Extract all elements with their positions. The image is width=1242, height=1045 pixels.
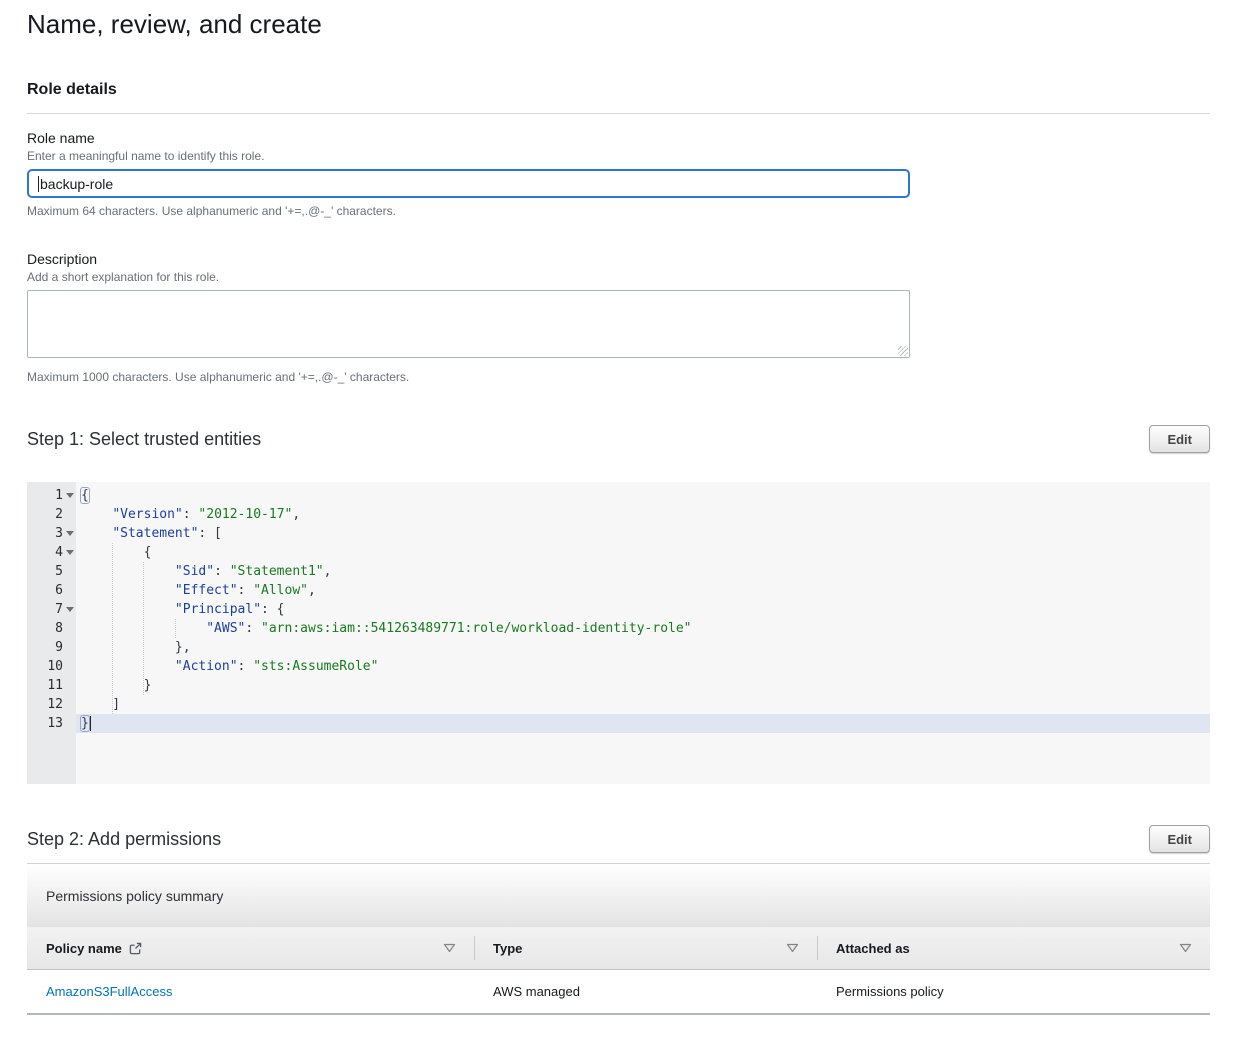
code-text: "Action": "sts:AssumeRole" [76,657,1210,676]
column-header-attached-as[interactable]: Attached as [817,927,1210,969]
resize-handle-icon[interactable] [898,346,908,356]
editor-line-2[interactable]: 2 "Version": "2012-10-17", [27,505,1210,524]
permissions-table-header: Policy name Type Attached as [27,927,1210,970]
line-number: 9 [27,638,76,657]
step2-edit-button[interactable]: Edit [1149,825,1210,853]
external-link-icon [129,942,142,955]
role-name-input[interactable]: backup-role [27,169,910,198]
column-filter-icon [443,943,456,953]
code-text: "Sid": "Statement1", [76,562,1210,581]
step1-header: Step 1: Select trusted entities Edit [27,425,1210,453]
fold-arrow-icon[interactable] [66,531,74,536]
code-text: }, [76,638,1210,657]
role-name-constraint: Maximum 64 characters. Use alphanumeric … [27,204,1210,219]
code-text: } [76,714,1210,733]
section-divider [27,113,1210,114]
cell-type: AWS managed [474,970,817,1013]
line-number: 6 [27,581,76,600]
permissions-panel: Permissions policy summary Policy name Ty… [27,863,1210,1015]
code-text: "Principal": { [76,600,1210,619]
code-text: "Effect": "Allow", [76,581,1210,600]
fold-arrow-icon[interactable] [66,550,74,555]
permissions-table-body: AmazonS3FullAccess AWS managedPermissions… [27,970,1210,1015]
code-text: ] [76,695,1210,714]
line-number: 13 [27,714,76,733]
indent-guide [112,543,113,714]
column-label: Policy name [46,941,122,956]
line-number: 11 [27,676,76,695]
column-filter-icon [1179,943,1192,953]
line-number: 5 [27,562,76,581]
indent-guide [175,619,176,638]
description-textarea[interactable] [27,290,910,358]
editor-line-3[interactable]: 3 "Statement": [ [27,524,1210,543]
code-text: "Statement": [ [76,524,1210,543]
role-name-label: Role name [27,130,1210,147]
column-header-type[interactable]: Type [474,927,817,969]
fold-arrow-icon[interactable] [66,607,74,612]
line-number: 12 [27,695,76,714]
role-details-heading: Role details [27,80,1210,99]
code-text: "Version": "2012-10-17", [76,505,1210,524]
column-label: Type [493,941,522,956]
line-number: 8 [27,619,76,638]
code-text: } [76,676,1210,695]
page-title: Name, review, and create [27,8,1210,40]
cell-policy-name: AmazonS3FullAccess [27,970,474,1013]
role-name-help: Enter a meaningful name to identify this… [27,149,1210,164]
fold-arrow-icon[interactable] [66,493,74,498]
editor-line-11[interactable]: 11 } [27,676,1210,695]
editor-line-9[interactable]: 9 }, [27,638,1210,657]
line-number: 4 [27,543,76,562]
description-help: Add a short explanation for this role. [27,270,1210,285]
trust-policy-json-editor[interactable]: 1{2 "Version": "2012-10-17",3 "Statement… [27,482,1210,784]
indent-guide [143,562,144,695]
editor-line-13[interactable]: 13} [27,714,1210,733]
line-number: 3 [27,524,76,543]
step2-header: Step 2: Add permissions Edit [27,825,1210,853]
text-cursor [90,716,91,731]
role-name-value: backup-role [40,176,113,192]
column-header-policy-name[interactable]: Policy name [27,927,474,969]
editor-line-8[interactable]: 8 "AWS": "arn:aws:iam::541263489771:role… [27,619,1210,638]
step1-title: Step 1: Select trusted entities [27,425,261,453]
step1-edit-button[interactable]: Edit [1149,425,1210,453]
code-text: "AWS": "arn:aws:iam::541263489771:role/w… [76,619,1210,638]
code-text: { [76,543,1210,562]
line-number: 2 [27,505,76,524]
policy-name-link[interactable]: AmazonS3FullAccess [46,984,172,999]
line-number: 1 [27,486,76,505]
editor-line-6[interactable]: 6 "Effect": "Allow", [27,581,1210,600]
editor-line-5[interactable]: 5 "Sid": "Statement1", [27,562,1210,581]
editor-line-10[interactable]: 10 "Action": "sts:AssumeRole" [27,657,1210,676]
line-number: 10 [27,657,76,676]
editor-line-7[interactable]: 7 "Principal": { [27,600,1210,619]
editor-line-4[interactable]: 4 { [27,543,1210,562]
column-filter-icon [786,943,799,953]
page: Name, review, and create Role details Ro… [27,8,1210,1015]
editor-line-12[interactable]: 12 ] [27,695,1210,714]
column-label: Attached as [836,941,910,956]
code-text: { [76,486,1210,505]
permissions-panel-title: Permissions policy summary [27,864,1210,927]
table-row: AmazonS3FullAccess AWS managedPermissions… [27,970,1210,1015]
step2-title: Step 2: Add permissions [27,825,221,853]
description-label: Description [27,251,1210,268]
cell-attached-as: Permissions policy [817,970,1210,1013]
editor-line-1[interactable]: 1{ [27,486,1210,505]
line-number: 7 [27,600,76,619]
description-constraint: Maximum 1000 characters. Use alphanumeri… [27,370,1210,385]
text-cursor [38,176,39,192]
